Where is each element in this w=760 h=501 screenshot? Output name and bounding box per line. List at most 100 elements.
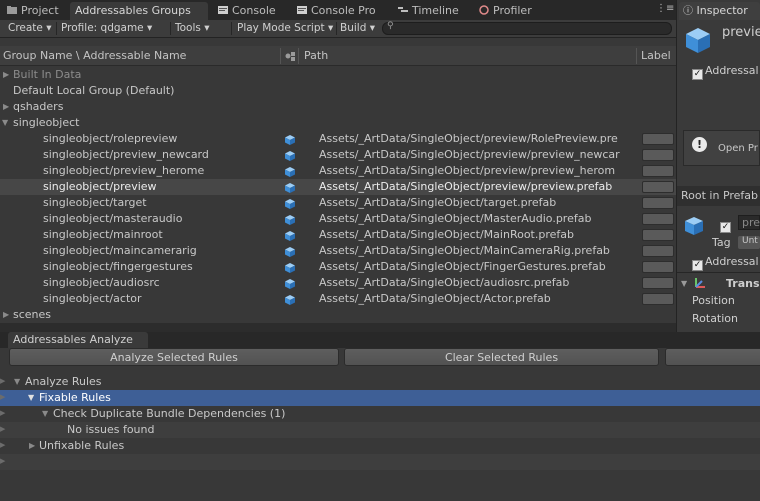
tab-console[interactable]: Console [213, 2, 283, 20]
entry-row[interactable]: singleobject/mainroot Assets/_ArtData/Sin… [0, 227, 676, 243]
transform-header[interactable]: Trans [726, 277, 760, 290]
entry-path: Assets/_ArtData/SingleObject/MasterAudio… [319, 212, 592, 225]
project-icon [7, 3, 17, 14]
timeline-icon [398, 3, 408, 13]
tab-inspector[interactable]: ⓘ Inspector [679, 2, 760, 20]
column-path[interactable]: Path [304, 46, 634, 66]
child-name-field[interactable]: preview [742, 216, 760, 229]
profiler-icon [479, 3, 489, 15]
column-group-name[interactable]: Group Name \ Addressable Name [3, 46, 278, 66]
prefab-icon [285, 294, 295, 305]
checkbox-checked-icon: ✓ [720, 222, 731, 233]
profile-dropdown[interactable]: Profile: qdgame ▾ [61, 20, 152, 37]
entry-path: Assets/_ArtData/SingleObject/MainRoot.pr… [319, 228, 574, 241]
entry-path: Assets/_ArtData/SingleObject/FingerGestu… [319, 260, 606, 273]
console-icon [218, 3, 228, 14]
entry-name: singleobject/masteraudio [43, 212, 183, 225]
prefab-icon [285, 278, 295, 289]
tag-dropdown[interactable]: Unt [742, 236, 758, 246]
tab-project[interactable]: Project [2, 2, 66, 20]
expanded-arrow-icon[interactable]: ▼ [681, 279, 687, 288]
dropdown-arrow-icon: ▾ [204, 22, 210, 34]
labels-dropdown[interactable] [642, 245, 674, 257]
tab-addressables-analyze[interactable]: Addressables Analyze [8, 332, 148, 348]
tab-timeline[interactable]: Timeline [393, 2, 468, 20]
entry-row[interactable]: singleobject/fingergestures Assets/_ArtDa… [0, 259, 676, 275]
expanded-arrow-icon[interactable]: ▼ [14, 374, 20, 390]
addressable-toggle[interactable]: ✓ Addressal [692, 64, 760, 80]
search-input[interactable]: ⚲ [382, 21, 672, 35]
entry-row[interactable]: singleobject/preview Assets/_ArtData/Sing… [0, 179, 676, 195]
tab-menu-icon[interactable]: ⋮≡ [656, 3, 674, 14]
analyze-rules-row[interactable]: ▼ Analyze Rules [0, 374, 760, 390]
labels-dropdown[interactable] [642, 149, 674, 161]
search-icon: ⚲ [387, 21, 394, 31]
entry-row[interactable]: singleobject/rolepreview Assets/_ArtData/… [0, 131, 676, 147]
labels-dropdown[interactable] [642, 181, 674, 193]
expanded-arrow-icon[interactable]: ▼ [2, 115, 8, 131]
no-issues-row[interactable]: No issues found [0, 422, 760, 438]
create-dropdown[interactable]: Create ▾ [8, 20, 52, 37]
labels-dropdown[interactable] [642, 213, 674, 225]
analyze-selected-rules-button[interactable]: Analyze Selected Rules [9, 348, 339, 366]
labels-dropdown[interactable] [642, 165, 674, 177]
prefab-icon [285, 214, 295, 225]
open-prefab-button[interactable]: Open Pr [718, 143, 758, 154]
entry-row[interactable]: singleobject/masteraudio Assets/_ArtData/… [0, 211, 676, 227]
group-row[interactable]: ▶ qshaders [0, 99, 676, 115]
prefab-icon [285, 182, 295, 193]
column-labels[interactable]: Label [641, 46, 676, 66]
entry-row[interactable]: singleobject/preview_herome Assets/_ArtDa… [0, 163, 676, 179]
addressable-icon-column [284, 46, 298, 66]
clear-selected-rules-button[interactable]: Clear Selected Rules [344, 348, 659, 366]
entry-path: Assets/_ArtData/SingleObject/MainCameraR… [319, 244, 610, 257]
prefab-icon [285, 246, 295, 257]
collapsed-arrow-icon[interactable]: ▶ [3, 307, 9, 323]
prefab-icon [285, 198, 295, 209]
labels-dropdown[interactable] [642, 293, 674, 305]
labels-dropdown[interactable] [642, 261, 674, 273]
unfixable-rules-row[interactable]: ▶ Unfixable Rules [0, 438, 760, 454]
tab-addressables-groups[interactable]: Addressables Groups [70, 2, 208, 20]
entry-name: singleobject/mainroot [43, 228, 163, 241]
console-pro-icon [297, 3, 307, 14]
dropdown-arrow-icon: ▾ [327, 22, 334, 34]
tab-console-pro[interactable]: Console Pro [292, 2, 388, 20]
entry-row[interactable]: singleobject/target Assets/_ArtData/Singl… [0, 195, 676, 211]
group-row[interactable]: ▶ Built In Data [0, 67, 676, 83]
dropdown-arrow-icon: ▾ [147, 22, 153, 34]
expanded-arrow-icon[interactable]: ▼ [28, 390, 34, 406]
duplicate-dependencies-rule-row[interactable]: ▼ Check Duplicate Bundle Dependencies (1… [0, 406, 760, 422]
tab-profiler[interactable]: Profiler [474, 2, 544, 20]
labels-dropdown[interactable] [642, 133, 674, 145]
addressable-toggle-2[interactable]: ✓ Addressal [692, 255, 760, 271]
position-label: Position [692, 294, 735, 307]
open-prefab-box: ! Open Pr [683, 130, 760, 166]
labels-dropdown[interactable] [642, 197, 674, 209]
entry-row[interactable]: singleobject/actor Assets/_ArtData/Single… [0, 291, 676, 307]
object-name-field[interactable]: previe [722, 25, 760, 40]
entry-name: singleobject/target [43, 196, 147, 209]
entry-row[interactable]: singleobject/preview_newcard Assets/_ArtD… [0, 147, 676, 163]
build-dropdown[interactable]: Build ▾ [340, 20, 375, 37]
collapsed-arrow-icon[interactable]: ▶ [3, 67, 9, 83]
prefab-icon [285, 262, 295, 273]
labels-dropdown[interactable] [642, 277, 674, 289]
entry-row[interactable]: singleobject/audiosrc Assets/_ArtData/Sin… [0, 275, 676, 291]
collapsed-arrow-icon[interactable]: ▶ [29, 438, 35, 454]
fixable-rules-row[interactable]: ▼ Fixable Rules [0, 390, 760, 406]
labels-dropdown[interactable] [642, 229, 674, 241]
entry-row[interactable]: singleobject/maincamerarig Assets/_ArtDat… [0, 243, 676, 259]
group-row[interactable]: ▼ singleobject [0, 115, 676, 131]
group-row[interactable]: ▶ scenes [0, 307, 676, 323]
play-mode-script-dropdown[interactable]: Play Mode Script ▾ [237, 20, 333, 37]
addressables-tree: ▶ Built In Data Default Local Group (Def… [0, 67, 676, 323]
transform-icon [694, 277, 706, 292]
group-row[interactable]: Default Local Group (Default) [0, 83, 676, 99]
expanded-arrow-icon[interactable]: ▼ [42, 406, 48, 422]
prefab-small-icon [684, 216, 704, 239]
tools-dropdown[interactable]: Tools ▾ [175, 20, 210, 37]
fix-selected-rules-button[interactable] [665, 348, 760, 366]
collapsed-arrow-icon[interactable]: ▶ [3, 99, 9, 115]
entry-name: singleobject/rolepreview [43, 132, 178, 145]
